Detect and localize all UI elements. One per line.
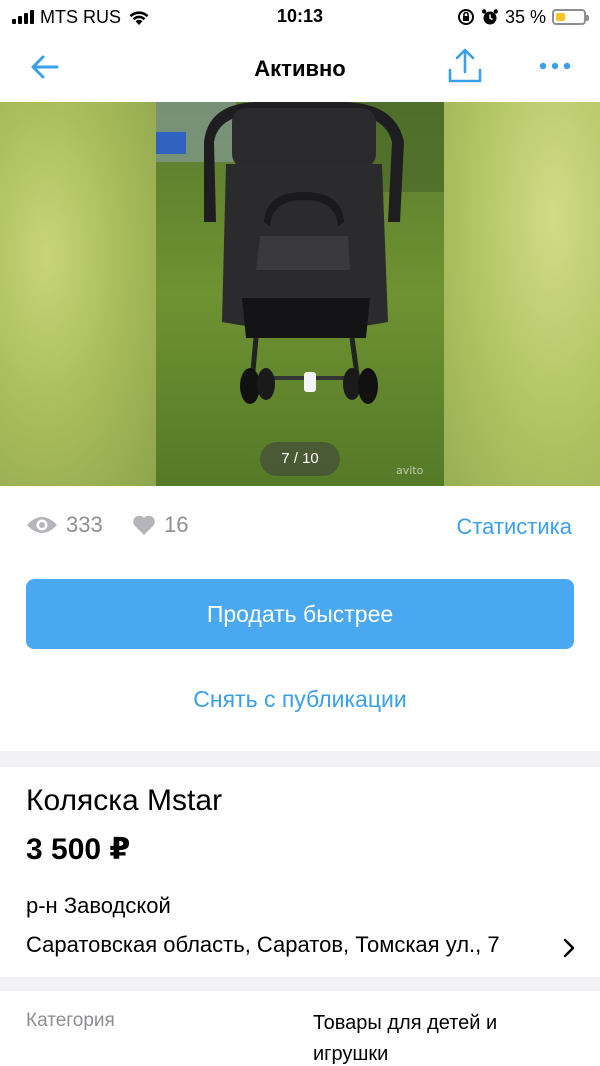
heart-icon (133, 515, 155, 535)
battery-percent: 35 % (504, 6, 546, 27)
share-icon[interactable] (446, 46, 484, 86)
gallery-blur-right (444, 102, 600, 486)
category-label: Категория (26, 1010, 115, 1031)
status-bar: MTS RUS 10:13 35 % (0, 0, 600, 34)
rotation-lock-icon (457, 9, 474, 25)
category-value: Товары для детей и игрушки (313, 1012, 498, 1065)
battery-fill (556, 13, 565, 21)
views-count: 333 (66, 512, 103, 537)
listing-district: р-н Заводской (26, 893, 171, 918)
stats-row: 333 16 Статистика (0, 486, 600, 566)
battery-icon (552, 9, 589, 25)
views-stat: 333 (26, 512, 103, 538)
section-divider-2 (0, 977, 600, 991)
unpublish-link[interactable]: Снять с публикации (0, 686, 600, 713)
section-divider (0, 751, 600, 767)
address-row[interactable]: Саратовская область, Саратов, Томская ул… (26, 932, 586, 962)
photo-gallery[interactable]: avito 7 / 10 (0, 102, 600, 486)
status-right: 35 % (457, 6, 589, 28)
listing-title: Коляска Mstar (26, 784, 223, 817)
sell-faster-button[interactable]: Продать быстрее (26, 579, 574, 649)
nav-bar: Активно (0, 34, 600, 102)
gallery-blur-left (0, 102, 156, 486)
listing-price: 3 500 ₽ (26, 833, 131, 866)
watermark: avito (396, 464, 424, 477)
chevron-right-icon (563, 938, 575, 958)
more-icon[interactable] (538, 56, 572, 76)
page-title: Активно (254, 56, 346, 81)
listing-address: Саратовская область, Саратов, Томская ул… (26, 932, 500, 957)
likes-stat: 16 (132, 512, 188, 538)
statistics-link[interactable]: Статистика (456, 514, 572, 540)
alarm-icon (481, 9, 498, 25)
photo-counter: 7 / 10 (260, 442, 340, 476)
eye-icon (27, 517, 57, 533)
listing-photo[interactable]: avito (156, 102, 444, 486)
likes-count: 16 (164, 512, 189, 537)
